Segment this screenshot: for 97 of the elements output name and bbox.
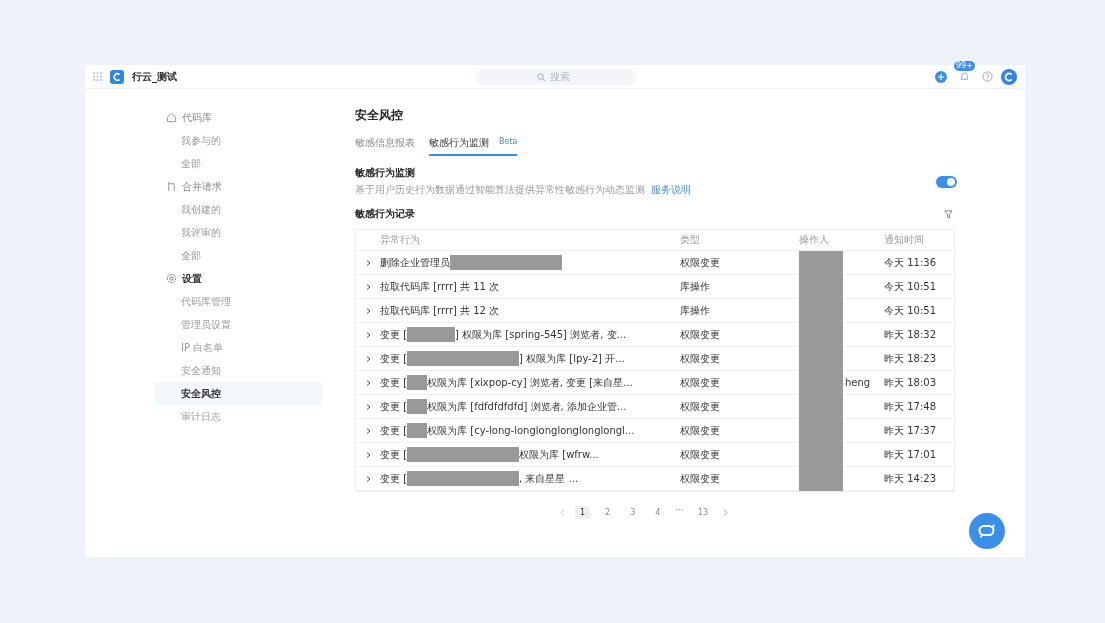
- sidebar-item[interactable]: 我创建的: [155, 198, 322, 221]
- table-cell: 变更 [: [380, 327, 408, 342]
- table-cell: 变更 [: [380, 471, 408, 486]
- sidebar-group-label[interactable]: 代码库: [182, 110, 212, 125]
- table-cell: 拉取代码库 [rrrr] 共 12 次: [380, 303, 500, 318]
- table-cell-text: 昨天 18:32: [884, 327, 937, 342]
- description: 基于用户历史行为数据通过智能算法提供异常性敏感行为动态监测: [355, 183, 645, 197]
- sidebar-item[interactable]: 全部: [155, 152, 322, 175]
- table-cell-text: 权限变更: [680, 255, 721, 270]
- expand-icon[interactable]: [365, 403, 371, 410]
- sidebar-item[interactable]: 我评审的: [155, 221, 322, 244]
- table-cell-text: 今天 10:51: [884, 303, 937, 318]
- table-cell-text: 昨天 17:37: [884, 423, 937, 438]
- workspace-name[interactable]: 行云_测试: [132, 69, 177, 84]
- sidebar-item[interactable]: 安全通知: [155, 359, 322, 382]
- search-icon: [537, 72, 546, 82]
- notification-badge: 99+: [954, 61, 975, 71]
- table-cell: , 来自星星 ...: [519, 471, 579, 486]
- table-cell: 权限为库 [fdfdfdfdfd] 浏览者, 添加企业管...: [427, 399, 627, 414]
- table-cell: 删除企业管理员: [380, 255, 450, 270]
- table-cell: 变更 [: [380, 447, 408, 462]
- redaction-block: [407, 375, 428, 390]
- table-cell-text: 昨天 18:23: [884, 351, 937, 366]
- sidebar-group-label[interactable]: 合并请求: [182, 179, 222, 194]
- expand-icon[interactable]: [365, 379, 371, 386]
- sidebar-item[interactable]: 代码库管理: [155, 290, 322, 313]
- expand-icon[interactable]: [365, 307, 371, 314]
- redaction-block: [407, 423, 428, 438]
- page-title: 安全风控: [355, 107, 404, 124]
- tab[interactable]: 敏感信息报表: [355, 134, 415, 156]
- expand-icon[interactable]: [365, 331, 371, 338]
- redaction-block: [407, 399, 428, 414]
- section-title: 敏感行为记录: [355, 207, 415, 221]
- page-button[interactable]: 4: [650, 506, 666, 519]
- table-cell-text: heng: [844, 377, 871, 388]
- expand-icon[interactable]: [365, 355, 371, 362]
- table-cell: 变更 [: [380, 423, 408, 438]
- chat-icon: [978, 524, 996, 538]
- table-cell: 变更 [: [380, 351, 408, 366]
- expand-icon[interactable]: [365, 427, 371, 434]
- add-icon[interactable]: [935, 70, 947, 83]
- expand-icon[interactable]: [365, 283, 371, 290]
- search-field[interactable]: 搜索: [476, 68, 636, 85]
- table-cell-text: 库操作: [680, 279, 711, 294]
- table-cell-text: 今天 10:51: [884, 279, 937, 294]
- table-cell-text: 库操作: [680, 303, 711, 318]
- sidebar-item[interactable]: 安全风控: [155, 382, 322, 405]
- page-button[interactable]: 13: [693, 506, 714, 519]
- column-header: 类型: [680, 233, 701, 247]
- column-header: 通知时间: [884, 233, 925, 247]
- table-cell: ] 权限为库 [lpy-2] 开...: [519, 351, 625, 366]
- table-cell-text: 权限变更: [680, 375, 721, 390]
- avatar-icon[interactable]: [1001, 68, 1017, 85]
- table-cell-text: 今天 11:36: [884, 255, 937, 270]
- filter-icon[interactable]: [944, 209, 953, 219]
- table-cell-text: 昨天 14:23: [884, 471, 937, 486]
- table-cell-text: 昨天 18:03: [884, 375, 937, 390]
- table-cell-text: 权限变更: [680, 327, 721, 342]
- toggle-switch[interactable]: [936, 175, 957, 188]
- table-cell: 变更 [: [380, 375, 408, 390]
- sidebar-item[interactable]: 全部: [155, 244, 322, 267]
- table-cell-text: 权限变更: [680, 423, 721, 438]
- page-button[interactable]: 3: [625, 506, 641, 519]
- expand-icon[interactable]: [365, 451, 371, 458]
- expand-icon[interactable]: [365, 259, 371, 266]
- table-cell-text: 权限变更: [680, 351, 721, 366]
- table-cell-text: 昨天 17:01: [884, 447, 937, 462]
- settings-icon: [166, 273, 177, 284]
- redaction-block: [407, 327, 456, 342]
- expand-icon[interactable]: [365, 475, 371, 482]
- table-cell: ] 权限为库 [spring-545] 浏览者, 变...: [455, 327, 627, 342]
- table-cell: 拉取代码库 [rrrr] 共 11 次: [380, 279, 500, 294]
- table-cell-text: 权限变更: [680, 471, 721, 486]
- sidebar-item[interactable]: 管理员设置: [155, 313, 322, 336]
- table-cell: 权限为库 [cy-long-longlonglonglonglongl...: [427, 423, 635, 438]
- service-link[interactable]: 服务说明: [651, 183, 691, 197]
- page-ellipsis[interactable]: ···: [675, 506, 683, 515]
- logo-icon: [110, 69, 124, 84]
- home-icon: [166, 112, 177, 123]
- section-title: 敏感行为监测: [355, 166, 416, 180]
- merge-icon: [166, 181, 177, 192]
- sidebar-item[interactable]: 审计日志: [155, 405, 322, 428]
- chat-button[interactable]: [969, 513, 1005, 549]
- table-cell-text: 权限变更: [680, 399, 721, 414]
- page-button[interactable]: 1: [575, 506, 591, 519]
- sidebar-item[interactable]: 我参与的: [155, 129, 322, 152]
- column-header: 操作人: [799, 233, 830, 247]
- tab[interactable]: 敏感行为监测 Beta: [429, 134, 518, 156]
- sidebar-group-label[interactable]: 设置: [182, 271, 202, 286]
- table-cell-text: 权限变更: [680, 447, 721, 462]
- table-cell: 变更 [: [380, 399, 408, 414]
- table-cell-text: 昨天 17:48: [884, 399, 937, 414]
- table-cell: 权限为库 [xixpop-cy] 浏览者, 变更 [来自星...: [427, 375, 633, 390]
- sidebar-item[interactable]: IP 白名单: [155, 336, 322, 359]
- table-cell: 权限为库 [wfrw...: [519, 447, 599, 462]
- column-header: 异常行为: [380, 233, 421, 247]
- page-button[interactable]: 2: [600, 506, 616, 519]
